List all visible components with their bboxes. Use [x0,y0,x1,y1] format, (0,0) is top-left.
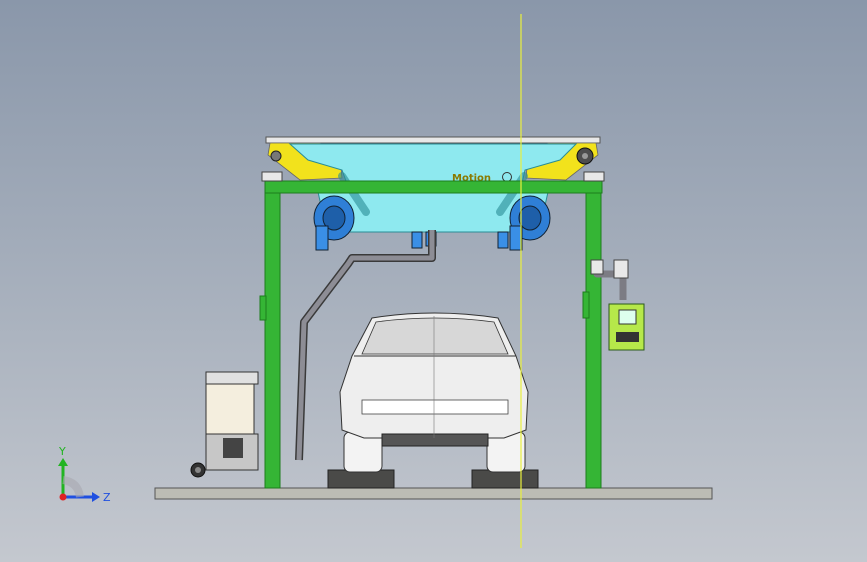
wheel-stop-left [327,469,395,489]
side-brush-right [509,195,551,251]
side-brush-left [313,195,355,251]
axis-triad [58,458,100,502]
axis-label-z: Z [103,491,111,504]
axis-label-y: Y [58,445,66,458]
wheel-stop-right [471,469,539,489]
car [339,312,529,473]
spray-nozzles [411,231,509,249]
car-wash-gantry-drawing: Motion Y Z [58,14,713,548]
base-platform [154,487,713,500]
cad-viewport[interactable]: Motion Y Z [0,0,867,562]
pressure-washer-unit [190,371,259,478]
